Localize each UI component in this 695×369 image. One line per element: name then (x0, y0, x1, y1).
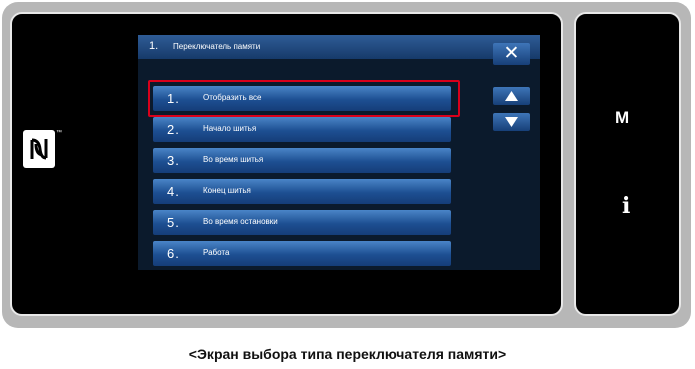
item-number: 2. (167, 122, 180, 137)
item-number: 3. (167, 153, 180, 168)
menu-item-work[interactable]: 6. Работа (153, 241, 451, 266)
item-label: Работа (203, 248, 230, 257)
item-label: Отобразить все (203, 93, 262, 102)
close-icon: ✕ (503, 43, 520, 64)
nfc-icon: ™ (23, 130, 62, 168)
title-number: 1. (149, 40, 159, 52)
side-panel (574, 12, 681, 316)
page-title: Переключатель памяти (173, 42, 261, 51)
menu-item-display-all[interactable]: 1. Отобразить все (153, 86, 451, 111)
menu-item-sewing-start[interactable]: 2. Начало шитья (153, 117, 451, 142)
info-button[interactable]: i (622, 193, 630, 219)
item-number: 1. (167, 91, 180, 106)
title-bar: 1. Переключатель памяти (138, 35, 540, 59)
item-label: Во время шитья (203, 155, 264, 164)
menu-item-during-sewing[interactable]: 3. Во время шитья (153, 148, 451, 173)
menu-item-sewing-end[interactable]: 4. Конец шитья (153, 179, 451, 204)
item-label: Начало шитья (203, 124, 257, 133)
close-button[interactable]: ✕ (493, 43, 530, 65)
m-button[interactable]: M (615, 108, 629, 128)
scroll-up-button[interactable] (493, 87, 530, 105)
scroll-down-button[interactable] (493, 113, 530, 131)
arrow-up-icon (505, 91, 518, 101)
arrow-down-icon (505, 117, 518, 127)
caption: <Экран выбора типа переключателя памяти> (188, 346, 507, 362)
item-number: 5. (167, 215, 180, 230)
item-number: 4. (167, 184, 180, 199)
item-label: Во время остановки (203, 217, 278, 226)
item-number: 6. (167, 246, 180, 261)
menu-item-during-stop[interactable]: 5. Во время остановки (153, 210, 451, 235)
item-label: Конец шитья (203, 186, 251, 195)
